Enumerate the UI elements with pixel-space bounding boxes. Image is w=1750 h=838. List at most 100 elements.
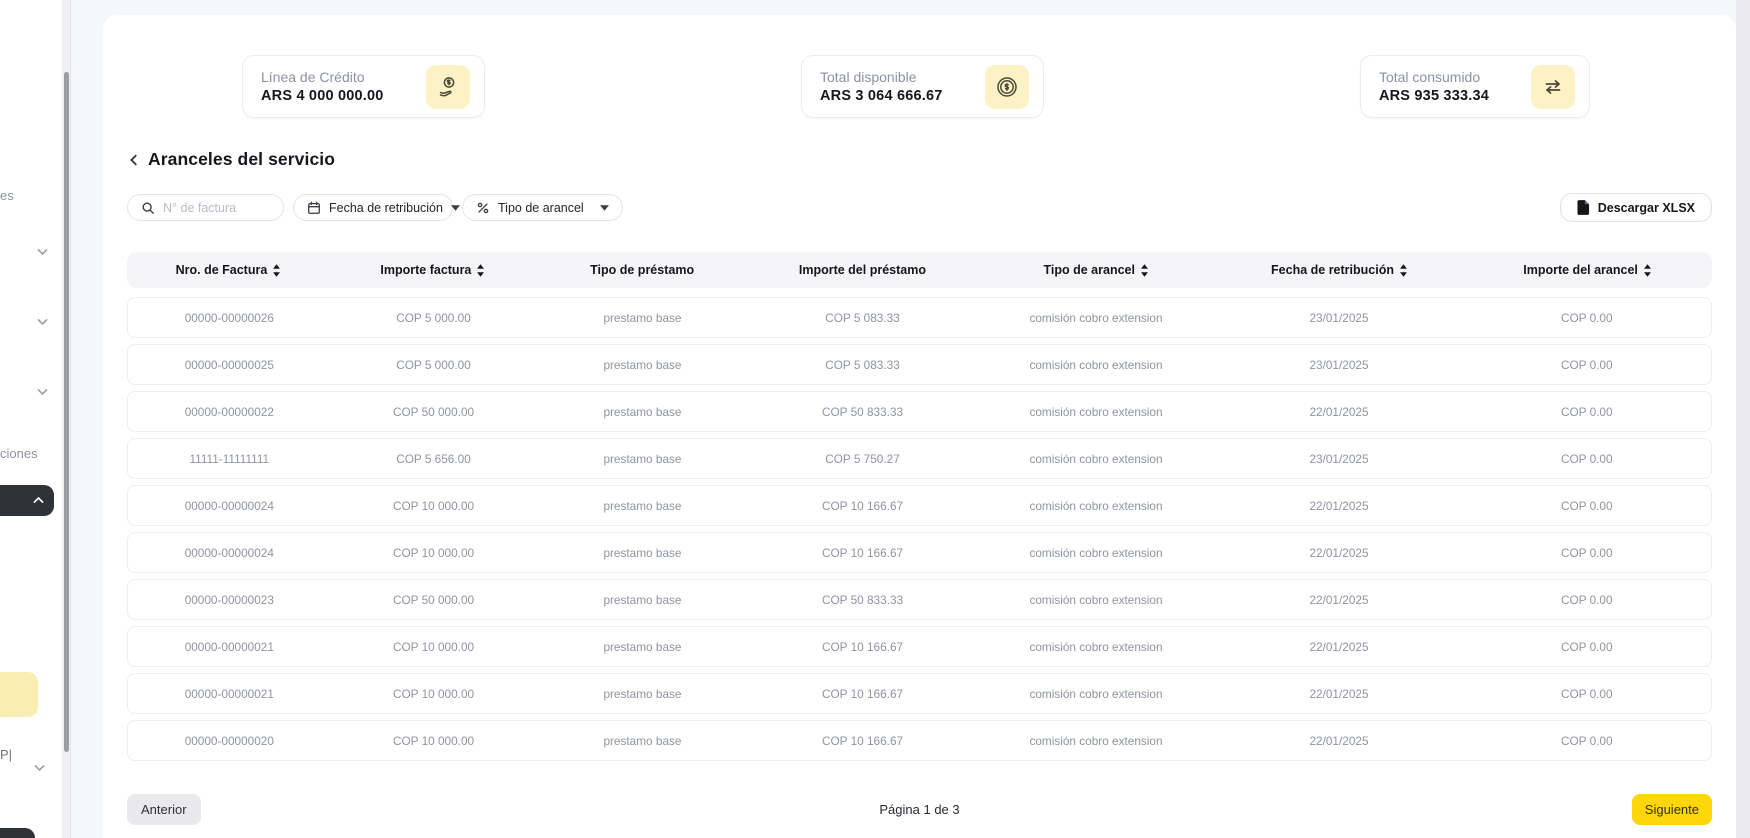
percent-icon — [476, 201, 490, 215]
column-header[interactable]: Importe factura — [330, 263, 536, 277]
hand-coin-icon — [426, 65, 470, 109]
cell-fee-type: comisión cobro extension — [976, 546, 1215, 560]
date-filter-dropdown[interactable]: Fecha de retribución — [293, 194, 453, 221]
app-window: es ciones P| Línea de Crédito ARS 4 000 … — [0, 0, 1750, 838]
cell-payment-date: 23/01/2025 — [1216, 452, 1463, 466]
sort-icon — [272, 264, 281, 277]
page-info: Página 1 de 3 — [879, 802, 959, 817]
chevron-left-icon[interactable] — [127, 153, 141, 167]
sort-icon — [476, 264, 485, 277]
cell-fee-type: comisión cobro extension — [976, 452, 1215, 466]
cell-invoice-number: 00000-00000021 — [128, 640, 331, 654]
table-row[interactable]: 00000-00000023 COP 50 000.00 prestamo ba… — [127, 579, 1712, 620]
cell-fee-type: comisión cobro extension — [976, 734, 1215, 748]
table-row[interactable]: 00000-00000026 COP 5 000.00 prestamo bas… — [127, 297, 1712, 338]
cell-loan-type: prestamo base — [536, 734, 748, 748]
cell-loan-type: prestamo base — [536, 452, 748, 466]
table-row[interactable]: 00000-00000024 COP 10 000.00 prestamo ba… — [127, 532, 1712, 573]
sidebar-item-dark[interactable] — [0, 828, 35, 838]
sort-icon — [1643, 264, 1652, 277]
cell-payment-date: 22/01/2025 — [1216, 687, 1463, 701]
chevron-down-icon[interactable] — [36, 315, 49, 328]
cell-payment-date: 22/01/2025 — [1216, 546, 1463, 560]
column-header-label: Importe del arancel — [1523, 263, 1638, 277]
cell-invoice-amount: COP 5 656.00 — [331, 452, 537, 466]
cell-invoice-number: 00000-00000021 — [128, 687, 331, 701]
table-row[interactable]: 00000-00000021 COP 10 000.00 prestamo ba… — [127, 626, 1712, 667]
search-input[interactable] — [163, 201, 270, 215]
cell-invoice-number: 00000-00000025 — [128, 358, 331, 372]
column-header[interactable]: Tipo de préstamo — [536, 263, 748, 277]
sidebar: es ciones P| — [0, 0, 62, 838]
table-row[interactable]: 00000-00000024 COP 10 000.00 prestamo ba… — [127, 485, 1712, 526]
cell-fee-amount: COP 0.00 — [1462, 734, 1711, 748]
sidebar-scrollbar[interactable] — [62, 0, 71, 838]
cell-invoice-amount: COP 50 000.00 — [331, 593, 537, 607]
cell-invoice-number: 11111-11111111 — [128, 452, 331, 466]
next-page-button[interactable]: Siguiente — [1632, 794, 1712, 825]
column-header-label: Tipo de arancel — [1043, 263, 1134, 277]
cell-loan-amount: COP 10 166.67 — [749, 499, 977, 513]
cell-fee-type: comisión cobro extension — [976, 499, 1215, 513]
chevron-down-icon[interactable] — [33, 761, 46, 774]
download-xlsx-button[interactable]: Descargar XLSX — [1560, 193, 1712, 222]
table-row[interactable]: 11111-11111111 COP 5 656.00 prestamo bas… — [127, 438, 1712, 479]
column-header-label: Importe factura — [380, 263, 471, 277]
cell-invoice-number: 00000-00000023 — [128, 593, 331, 607]
cell-invoice-amount: COP 10 000.00 — [331, 687, 537, 701]
credit-line-card: Línea de Crédito ARS 4 000 000.00 — [242, 55, 485, 118]
cell-loan-amount: COP 10 166.67 — [749, 687, 977, 701]
cell-loan-type: prestamo base — [536, 358, 748, 372]
table-row[interactable]: 00000-00000020 COP 10 000.00 prestamo ba… — [127, 720, 1712, 761]
invoice-search-field[interactable] — [127, 194, 284, 221]
chevron-down-icon[interactable] — [36, 385, 49, 398]
card-label: Línea de Crédito — [261, 69, 384, 85]
column-header[interactable]: Fecha de retribución — [1216, 263, 1463, 277]
search-icon — [141, 201, 155, 215]
cell-loan-type: prestamo base — [536, 687, 748, 701]
column-header[interactable]: Nro. de Factura — [127, 263, 330, 277]
column-header[interactable]: Tipo de arancel — [977, 263, 1216, 277]
transfer-arrows-icon — [1531, 65, 1575, 109]
cell-loan-type: prestamo base — [536, 405, 748, 419]
column-header[interactable]: Importe del arancel — [1463, 263, 1712, 277]
column-header-label: Tipo de préstamo — [590, 263, 694, 277]
cell-fee-amount: COP 0.00 — [1462, 311, 1711, 325]
sort-icon — [1399, 264, 1408, 277]
cell-fee-type: comisión cobro extension — [976, 405, 1215, 419]
caret-down-icon — [600, 205, 609, 211]
table-row[interactable]: 00000-00000025 COP 5 000.00 prestamo bas… — [127, 344, 1712, 385]
sidebar-item-active[interactable] — [0, 485, 54, 516]
cell-invoice-number: 00000-00000022 — [128, 405, 331, 419]
cell-invoice-number: 00000-00000026 — [128, 311, 331, 325]
cell-loan-type: prestamo base — [536, 593, 748, 607]
filter-bar: Fecha de retribución Tipo de arancel Des… — [127, 193, 1712, 222]
download-xlsx-label: Descargar XLSX — [1598, 201, 1695, 215]
window-scrollbar[interactable] — [1736, 0, 1750, 838]
sidebar-item-highlighted[interactable] — [0, 672, 38, 717]
cell-payment-date: 22/01/2025 — [1216, 593, 1463, 607]
cell-fee-amount: COP 0.00 — [1462, 452, 1711, 466]
card-value: ARS 935 333.34 — [1379, 88, 1489, 104]
page-title: Aranceles del servicio — [148, 149, 335, 170]
table-row[interactable]: 00000-00000021 COP 10 000.00 prestamo ba… — [127, 673, 1712, 714]
calendar-icon — [307, 201, 321, 215]
fee-type-filter-dropdown[interactable]: Tipo de arancel — [462, 194, 623, 221]
chevron-up-icon — [32, 494, 45, 507]
cell-fee-amount: COP 0.00 — [1462, 405, 1711, 419]
cell-loan-amount: COP 50 833.33 — [749, 593, 977, 607]
cell-payment-date: 23/01/2025 — [1216, 311, 1463, 325]
cell-invoice-amount: COP 10 000.00 — [331, 640, 537, 654]
previous-page-button[interactable]: Anterior — [127, 794, 201, 825]
cell-fee-type: comisión cobro extension — [976, 640, 1215, 654]
chevron-down-icon[interactable] — [36, 245, 49, 258]
column-header-label: Importe del préstamo — [799, 263, 926, 277]
fees-table: Nro. de Factura Importe factura Tipo de … — [127, 252, 1712, 761]
table-row[interactable]: 00000-00000022 COP 50 000.00 prestamo ba… — [127, 391, 1712, 432]
cell-invoice-number: 00000-00000024 — [128, 546, 331, 560]
column-header[interactable]: Importe del préstamo — [748, 263, 976, 277]
caret-down-icon — [451, 205, 460, 211]
sidebar-scrollbar-thumb[interactable] — [64, 72, 69, 752]
cell-fee-type: comisión cobro extension — [976, 593, 1215, 607]
file-icon — [1577, 200, 1590, 215]
